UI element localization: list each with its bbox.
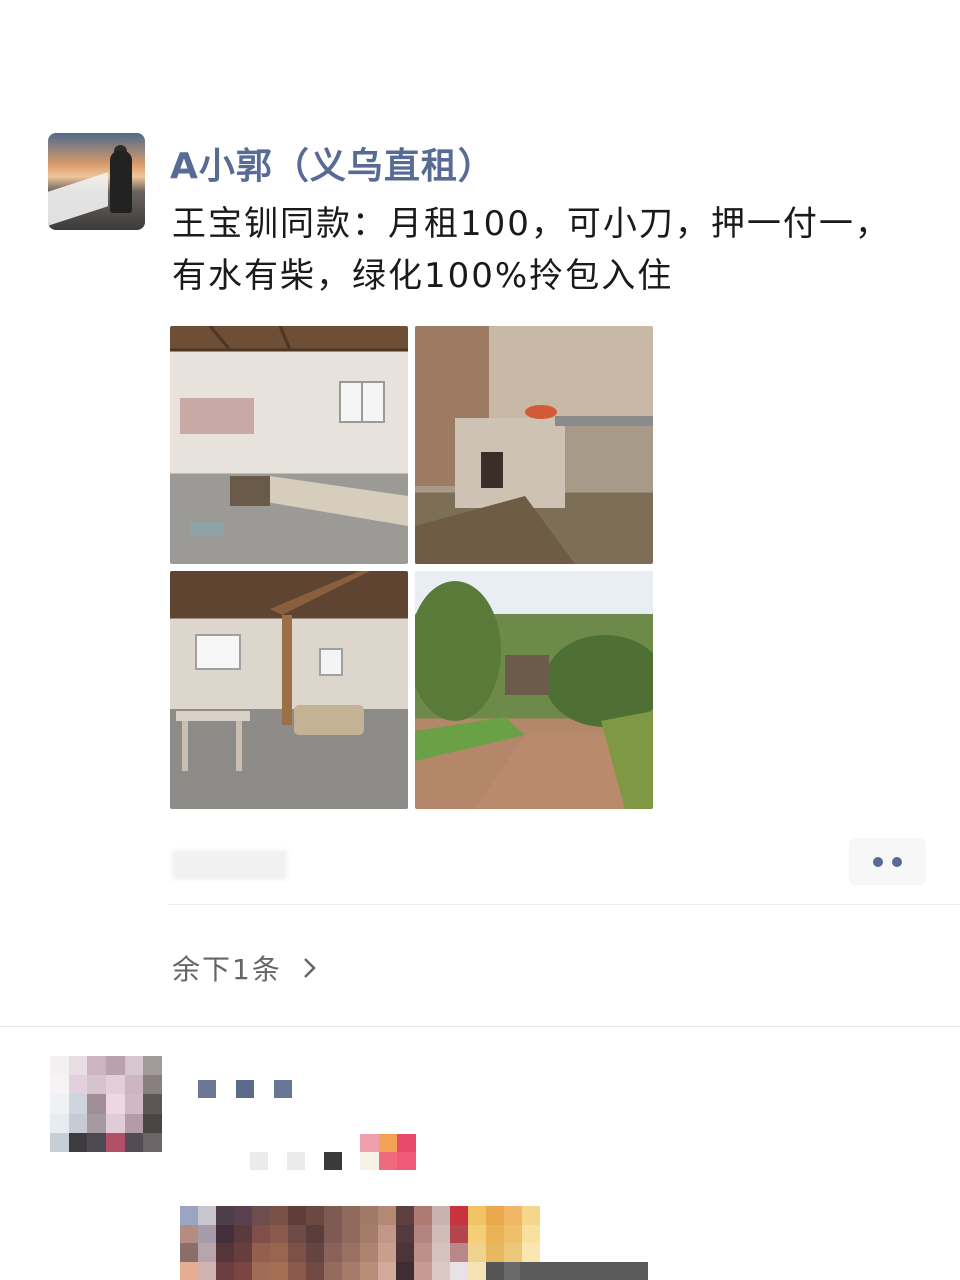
more-actions-button[interactable] <box>849 838 926 885</box>
post-text: 王宝钏同款：月租100，可小刀，押一付一，有水有柴，绿化100%拎包入住 <box>172 204 891 296</box>
remaining-label: 余下1条 <box>172 953 282 986</box>
living-room-photo[interactable] <box>170 571 408 809</box>
kitchen-stove-photo[interactable] <box>415 326 653 564</box>
next-post-name-mosaic <box>198 1080 292 1098</box>
next-post-text-mosaic <box>250 1134 434 1170</box>
next-post-image-mosaic[interactable] <box>180 1206 540 1280</box>
section-divider <box>0 1026 960 1027</box>
post-time-blurred <box>172 850 287 880</box>
bedroom-photo[interactable] <box>170 326 408 564</box>
post-divider <box>168 904 960 905</box>
more-dots-icon <box>873 856 883 867</box>
next-post-avatar-mosaic[interactable] <box>50 1056 162 1152</box>
remaining-comments-link[interactable]: 余下1条 <box>172 948 319 988</box>
author-avatar[interactable] <box>48 133 145 230</box>
author-name[interactable]: A小郭（义乌直租） <box>170 137 495 189</box>
chevron-right-icon <box>293 953 319 986</box>
garden-photo[interactable] <box>415 571 653 809</box>
next-post-image-overlay <box>520 1262 648 1280</box>
